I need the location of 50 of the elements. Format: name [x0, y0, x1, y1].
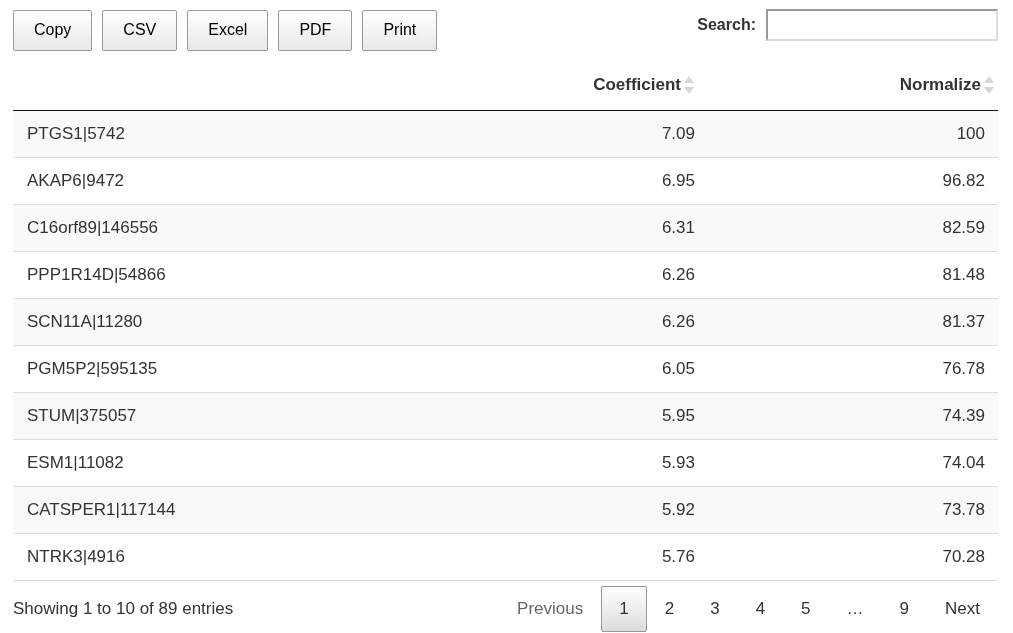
search-label: Search:: [697, 16, 756, 34]
export-button[interactable]: CSV: [102, 9, 178, 51]
column-header[interactable]: Normalize: [708, 60, 998, 110]
page-button[interactable]: 3: [692, 586, 738, 632]
table-cell-text: 5.92: [660, 499, 696, 521]
table-cell-text: PTGS1|5742: [26, 123, 126, 145]
table-cell-text: PPP1R14D|54866: [26, 264, 167, 286]
table-cell-text: C16orf89|146556: [26, 217, 160, 239]
table-cell-text: ESM1|11082: [26, 452, 125, 474]
table-cell-text: AKAP6|9472: [26, 170, 126, 192]
export-button[interactable]: Print: [362, 9, 438, 51]
pagination-ellipsis: …: [845, 598, 865, 620]
table-cell-text: 81.37: [941, 311, 986, 333]
page-button[interactable]: 9: [881, 586, 928, 632]
table-cell-text: 7.09: [660, 123, 696, 145]
table-cell-text: CATSPER1|117144: [26, 499, 177, 521]
table-cell-text: NTRK3|4916: [26, 546, 126, 568]
table-cell-text: 74.04: [941, 452, 986, 474]
sort-icon: [684, 75, 694, 95]
table-cell-text: 6.95: [660, 170, 696, 192]
table-cell-text: 70.28: [941, 546, 986, 568]
sort-icon: [984, 75, 994, 95]
table-cell-text: 6.26: [660, 311, 696, 333]
table-cell-text: 5.93: [660, 452, 696, 474]
table-cell-text: 74.39: [941, 405, 986, 427]
table-cell-text: 5.95: [660, 405, 696, 427]
table-cell-text: 6.26: [660, 264, 696, 286]
table-cell-text: STUM|375057: [26, 405, 138, 427]
table-cell-text: 6.31: [660, 217, 696, 239]
pagination-nav-button[interactable]: Next: [927, 586, 998, 632]
search-field[interactable]: [766, 9, 998, 41]
table-cell-text: 100: [955, 123, 986, 145]
table-cell-text: PGM5P2|595135: [26, 358, 159, 380]
entries-info: Showing 1 to 10 of 89 entries: [13, 599, 234, 619]
export-button[interactable]: PDF: [278, 9, 353, 51]
table-cell-text: 82.59: [941, 217, 986, 239]
export-button[interactable]: Copy: [13, 9, 93, 51]
page-button[interactable]: 5: [783, 586, 829, 632]
table-cell-text: 76.78: [941, 358, 986, 380]
page-button[interactable]: 4: [737, 586, 784, 632]
page-button[interactable]: 1: [601, 586, 647, 632]
column-header[interactable]: Coefficient: [418, 60, 708, 110]
page-button[interactable]: 2: [646, 586, 693, 632]
table-cell-text: 81.48: [941, 264, 986, 286]
table-cell-text: 5.76: [660, 546, 696, 568]
table-cell-text: SCN11A|11280: [26, 311, 144, 333]
table-cell-text: 96.82: [941, 170, 986, 192]
table-cell-text: 6.05: [660, 358, 696, 380]
export-button[interactable]: Excel: [187, 9, 269, 51]
table-cell-text: 73.78: [941, 499, 986, 521]
